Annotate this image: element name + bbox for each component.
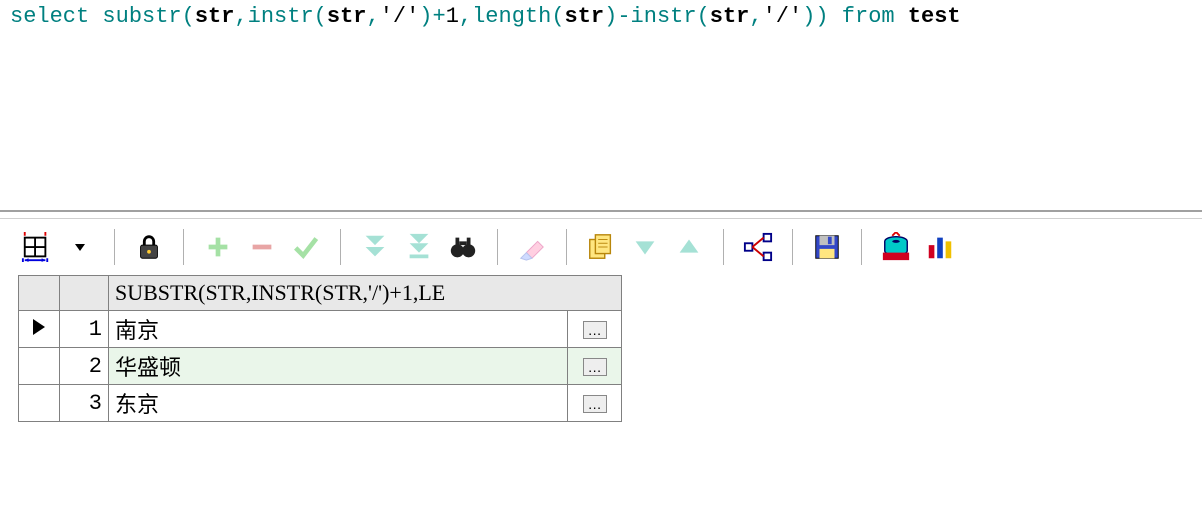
table-row[interactable]: 1南京 …	[19, 311, 622, 348]
op-minus: -	[617, 4, 630, 29]
lit: '/'	[763, 4, 803, 29]
caret-down-icon	[73, 240, 87, 254]
chart-dropdown[interactable]	[964, 227, 978, 267]
kw-from: from	[842, 4, 895, 29]
punct: (	[182, 4, 195, 29]
num: 1	[446, 4, 459, 29]
punct: (	[697, 4, 710, 29]
cell-editor-button[interactable]: …	[568, 311, 622, 348]
query-builder-button[interactable]	[738, 227, 778, 267]
punct: )	[802, 4, 815, 29]
row-number[interactable]: 2	[60, 348, 109, 385]
punct: ,	[749, 4, 762, 29]
lit: '/'	[380, 4, 420, 29]
chart-button[interactable]	[920, 227, 960, 267]
sql-editor[interactable]: select substr(str,instr(str,'/')+1,lengt…	[0, 0, 1202, 210]
sort-desc-button[interactable]	[625, 227, 665, 267]
id-str: str	[565, 4, 605, 29]
separator	[566, 229, 567, 265]
erase-button[interactable]	[512, 227, 552, 267]
row-number[interactable]: 3	[60, 385, 109, 422]
fn-instr: instr	[631, 4, 697, 29]
current-row-icon	[33, 319, 45, 335]
punct: (	[314, 4, 327, 29]
ellipsis-icon: …	[583, 358, 607, 376]
find-button[interactable]	[443, 227, 483, 267]
grid-rownum-header[interactable]	[60, 276, 109, 311]
punct: ,	[234, 4, 247, 29]
grid-edit-icon	[21, 232, 51, 262]
punct: )	[604, 4, 617, 29]
row-number[interactable]: 1	[60, 311, 109, 348]
lock-button[interactable]	[129, 227, 169, 267]
commit-button[interactable]	[286, 227, 326, 267]
id-test: test	[908, 4, 961, 29]
copy-button[interactable]	[581, 227, 621, 267]
fn-length: length	[472, 4, 551, 29]
row-marker[interactable]	[19, 311, 60, 348]
separator	[114, 229, 115, 265]
row-marker[interactable]	[19, 348, 60, 385]
results-grid[interactable]: SUBSTR(STR,INSTR(STR,'/')+1,LE 1南京 … 2华盛顿 ……	[18, 275, 622, 422]
lock-icon	[134, 232, 164, 262]
fetch-next-button[interactable]	[355, 227, 395, 267]
separator	[340, 229, 341, 265]
pane-divider[interactable]	[0, 210, 1202, 219]
ellipsis-icon: …	[583, 395, 607, 413]
save-button[interactable]	[807, 227, 847, 267]
copy-icon	[586, 232, 616, 262]
separator	[183, 229, 184, 265]
op-plus: +	[433, 4, 446, 29]
chart-icon	[925, 232, 955, 262]
cell-editor-button[interactable]: …	[568, 385, 622, 422]
triangle-up-icon	[674, 232, 704, 262]
cell-value[interactable]: 东京	[109, 385, 568, 422]
grid-edit-dropdown[interactable]	[60, 227, 100, 267]
separator	[861, 229, 862, 265]
check-icon	[291, 232, 321, 262]
fetch-all-icon	[404, 232, 434, 262]
fn-instr: instr	[248, 4, 314, 29]
id-str: str	[327, 4, 367, 29]
grid-corner[interactable]	[19, 276, 60, 311]
punct: )	[815, 4, 828, 29]
eraser-icon	[517, 232, 547, 262]
table-row[interactable]: 2华盛顿 …	[19, 348, 622, 385]
ellipsis-icon: …	[583, 321, 607, 339]
id-str: str	[195, 4, 235, 29]
floppy-icon	[812, 232, 842, 262]
triangle-down-icon	[630, 232, 660, 262]
cell-value[interactable]: 华盛顿	[109, 348, 568, 385]
sort-asc-button[interactable]	[669, 227, 709, 267]
cell-value[interactable]: 南京	[109, 311, 568, 348]
grid-edit-button[interactable]	[16, 227, 56, 267]
separator	[792, 229, 793, 265]
export-button[interactable]	[876, 227, 916, 267]
fn-substr: substr	[102, 4, 181, 29]
punct: (	[551, 4, 564, 29]
punct: ,	[459, 4, 472, 29]
add-row-button[interactable]	[198, 227, 238, 267]
table-row[interactable]: 3东京 …	[19, 385, 622, 422]
tree-icon	[743, 232, 773, 262]
results-grid-wrap: SUBSTR(STR,INSTR(STR,'/')+1,LE 1南京 … 2华盛顿 ……	[0, 275, 1202, 422]
remove-row-button[interactable]	[242, 227, 282, 267]
minus-icon	[247, 232, 277, 262]
binoculars-icon	[448, 232, 478, 262]
row-marker[interactable]	[19, 385, 60, 422]
fetch-next-icon	[360, 232, 390, 262]
cell-editor-button[interactable]: …	[568, 348, 622, 385]
id-str: str	[710, 4, 750, 29]
disk-stack-icon	[881, 232, 911, 262]
plus-icon	[203, 232, 233, 262]
fetch-all-button[interactable]	[399, 227, 439, 267]
punct: ,	[366, 4, 379, 29]
kw-select: select	[10, 4, 89, 29]
results-toolbar	[0, 219, 1202, 275]
separator	[497, 229, 498, 265]
grid-column-header[interactable]: SUBSTR(STR,INSTR(STR,'/')+1,LE	[109, 276, 622, 311]
separator	[723, 229, 724, 265]
punct: )	[419, 4, 432, 29]
